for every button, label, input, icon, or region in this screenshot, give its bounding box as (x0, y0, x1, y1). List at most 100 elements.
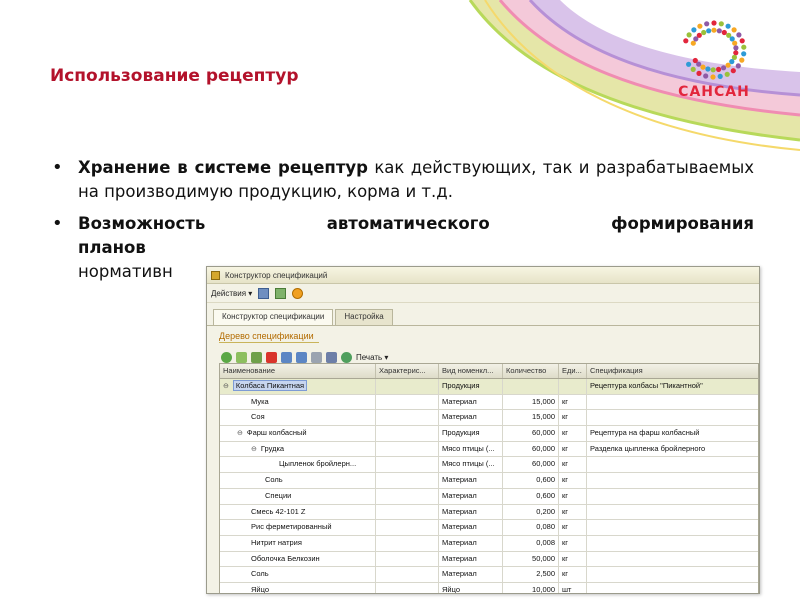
cell-characteristic[interactable] (376, 394, 439, 410)
table-row[interactable]: Оболочка Белкозин Материал 50,000 кг (220, 551, 758, 568)
table-row[interactable]: Нитрит натрия Материал 0,008 кг (220, 535, 758, 552)
cell-unit[interactable]: кг (559, 410, 587, 426)
cell-unit[interactable] (559, 379, 587, 394)
cell-nomenclature-kind[interactable]: Материал (439, 535, 503, 551)
cell-name[interactable]: Соль (220, 473, 376, 488)
cell-unit[interactable]: кг (559, 426, 587, 441)
cell-specification[interactable] (587, 505, 758, 520)
delete-icon[interactable] (266, 351, 277, 363)
cell-quantity[interactable]: 15,000 (503, 410, 559, 426)
actions-menu[interactable]: Действия ▾ (211, 289, 252, 298)
add-icon[interactable] (221, 351, 232, 363)
cell-specification[interactable] (587, 583, 758, 593)
cell-characteristic[interactable] (376, 441, 439, 457)
cell-unit[interactable]: кг (559, 473, 587, 488)
cell-specification[interactable]: Рецептура колбасы "Пикантной" (587, 379, 758, 394)
cell-unit[interactable]: кг (559, 488, 587, 504)
cell-specification[interactable] (587, 457, 758, 472)
cell-quantity[interactable]: 60,000 (503, 457, 559, 473)
cell-nomenclature-kind[interactable]: Материал (439, 394, 503, 410)
cell-specification[interactable]: Разделка цыпленка бройлерного (587, 442, 758, 457)
cell-name[interactable]: Цыпленок бройлерн... (220, 457, 376, 473)
cell-nomenclature-kind[interactable]: Материал (439, 567, 503, 582)
cell-nomenclature-kind[interactable]: Материал (439, 504, 503, 520)
cell-specification[interactable] (587, 520, 758, 535)
cell-unit[interactable]: кг (559, 551, 587, 567)
edit-icon[interactable] (251, 351, 262, 363)
tree-collapse-icon[interactable]: ⊖ (251, 446, 257, 453)
cell-quantity[interactable]: 2,500 (503, 567, 559, 582)
export-icon[interactable] (275, 287, 287, 299)
cell-characteristic[interactable] (376, 488, 439, 504)
table-row[interactable]: ⊖ Колбаса Пикантная Продукция Рецептура кол… (220, 379, 758, 395)
cell-characteristic[interactable] (376, 426, 439, 441)
table-row[interactable]: ⊖ Грудка Мясо птицы (... 60,000 кг Разделка ц… (220, 441, 758, 458)
table-row[interactable]: Рис ферметированный Материал 0,080 кг (220, 520, 758, 536)
cell-specification[interactable] (587, 395, 758, 410)
cell-quantity[interactable]: 0,600 (503, 488, 559, 504)
cell-specification[interactable] (587, 473, 758, 488)
cell-characteristic[interactable] (376, 457, 439, 473)
cell-quantity[interactable] (503, 379, 559, 394)
move-up-icon[interactable] (281, 351, 292, 363)
table-row[interactable]: Смесь 42-101 Z Материал 0,200 кг (220, 504, 758, 521)
refresh-icon[interactable] (341, 351, 352, 363)
cell-characteristic[interactable] (376, 551, 439, 567)
cell-characteristic[interactable] (376, 567, 439, 582)
cell-unit[interactable]: кг (559, 504, 587, 520)
cell-specification[interactable] (587, 567, 758, 582)
cell-quantity[interactable]: 0,200 (503, 504, 559, 520)
column-header-quantity[interactable]: Количество (503, 364, 559, 378)
cell-name[interactable]: Оболочка Белкозин (220, 551, 376, 567)
cell-unit[interactable]: кг (559, 535, 587, 551)
cell-nomenclature-kind[interactable]: Материал (439, 473, 503, 488)
cell-quantity[interactable]: 0,600 (503, 473, 559, 488)
cell-quantity[interactable]: 0,080 (503, 520, 559, 535)
table-row[interactable]: Соль Материал 2,500 кг (220, 567, 758, 583)
cell-characteristic[interactable] (376, 473, 439, 488)
cell-name[interactable]: Яйцо (220, 582, 376, 593)
cell-unit[interactable]: кг (559, 394, 587, 410)
cell-quantity[interactable]: 15,000 (503, 394, 559, 410)
cell-name[interactable]: Мука (220, 394, 376, 410)
tree-collapse-icon[interactable]: ⊖ (223, 383, 229, 390)
cell-quantity[interactable]: 60,000 (503, 426, 559, 441)
tree-collapse-icon[interactable]: ⊖ (237, 430, 243, 437)
cell-characteristic[interactable] (376, 504, 439, 520)
help-icon[interactable] (292, 287, 304, 299)
cell-nomenclature-kind[interactable]: Мясо птицы (... (439, 457, 503, 473)
save-icon[interactable] (258, 287, 270, 299)
column-header-name[interactable]: Наименование (220, 364, 376, 378)
cell-name[interactable]: Нитрит натрия (220, 535, 376, 551)
cell-name[interactable]: Рис ферметированный (220, 520, 376, 535)
cell-nomenclature-kind[interactable]: Материал (439, 520, 503, 535)
table-row[interactable]: Специи Материал 0,600 кг (220, 488, 758, 505)
cell-characteristic[interactable] (376, 520, 439, 535)
tab-settings[interactable]: Настройка (335, 309, 393, 325)
table-row[interactable]: Цыпленок бройлерн... Мясо птицы (... 60,00… (220, 457, 758, 474)
cell-specification[interactable] (587, 489, 758, 504)
structure-icon[interactable] (326, 351, 337, 363)
cell-specification[interactable] (587, 552, 758, 567)
cell-name[interactable]: Соль (220, 567, 376, 582)
cell-characteristic[interactable] (376, 379, 439, 394)
cell-name[interactable]: Соя (220, 410, 376, 426)
cell-quantity[interactable]: 50,000 (503, 551, 559, 567)
cell-nomenclature-kind[interactable]: Продукция (439, 426, 503, 441)
cell-nomenclature-kind[interactable]: Мясо птицы (... (439, 441, 503, 457)
cell-unit[interactable]: кг (559, 567, 587, 582)
cell-unit[interactable]: кг (559, 520, 587, 535)
cell-quantity[interactable]: 60,000 (503, 441, 559, 457)
cell-unit[interactable]: шт (559, 582, 587, 593)
table-row[interactable]: Яйцо Яйцо 10,000 шт (220, 582, 758, 593)
table-row[interactable]: ⊖ Фарш колбасный Продукция 60,000 кг Рецептур… (220, 426, 758, 442)
table-row[interactable]: Соль Материал 0,600 кг (220, 473, 758, 489)
cell-name[interactable]: Смесь 42-101 Z (220, 504, 376, 520)
column-header-characteristic[interactable]: Характерис... (376, 364, 439, 378)
window-titlebar[interactable]: Конструктор спецификаций (207, 267, 759, 284)
cell-characteristic[interactable] (376, 582, 439, 593)
cell-specification[interactable]: Рецептура на фарш колбасный (587, 426, 758, 441)
table-row[interactable]: Мука Материал 15,000 кг (220, 394, 758, 411)
cell-specification[interactable] (587, 536, 758, 551)
cell-unit[interactable]: кг (559, 441, 587, 457)
